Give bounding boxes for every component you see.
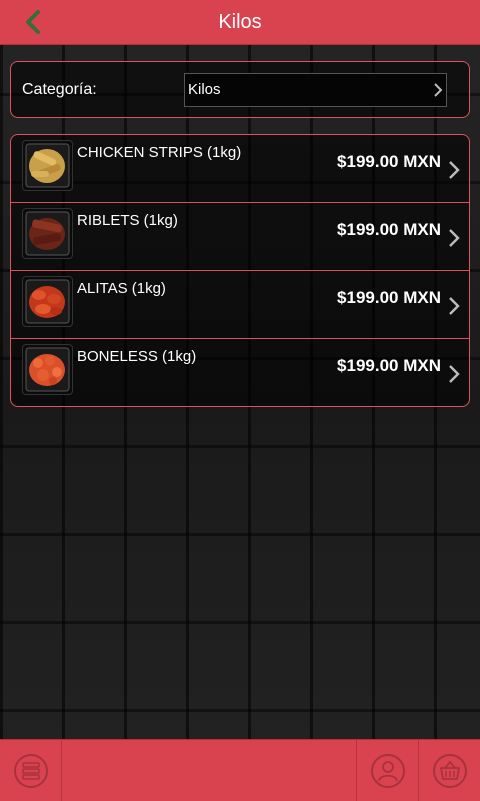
category-label: Categoría: [22, 81, 97, 98]
chevron-left-icon [26, 10, 40, 34]
category-value: Kilos [188, 81, 221, 98]
stack-icon [13, 753, 48, 788]
product-name: RIBLETS (1kg) [77, 212, 178, 229]
product-item-riblets[interactable]: RIBLETS (1kg) $199.00 MXN [11, 203, 469, 270]
product-item-boneless[interactable]: BONELESS (1kg) $199.00 MXN [11, 339, 469, 406]
product-name: CHICKEN STRIPS (1kg) [77, 144, 242, 161]
back-button[interactable] [18, 7, 48, 37]
page-title: Kilos [218, 11, 262, 33]
product-price: $199.00 MXN [337, 288, 441, 307]
cart-button[interactable] [419, 740, 480, 801]
top-bar: Kilos [0, 0, 480, 45]
category-select[interactable]: Kilos [184, 73, 447, 107]
bottom-bar [0, 739, 480, 801]
product-thumbnail [22, 276, 73, 327]
chevron-right-icon [449, 161, 460, 179]
profile-button[interactable] [357, 740, 418, 801]
chevron-right-icon [449, 229, 460, 247]
user-icon [370, 753, 405, 788]
bottom-bar-divider [61, 740, 62, 801]
product-thumbnail [22, 344, 73, 395]
menu-button[interactable] [0, 740, 61, 801]
product-price: $199.00 MXN [337, 220, 441, 239]
product-thumbnail [22, 208, 73, 259]
product-thumbnail [22, 140, 73, 191]
basket-icon [432, 753, 467, 788]
product-list: CHICKEN STRIPS (1kg) $199.00 MXN RIBLETS… [10, 134, 470, 407]
chevron-right-icon [434, 83, 443, 97]
product-name: BONELESS (1kg) [77, 348, 197, 365]
product-item-chicken-strips[interactable]: CHICKEN STRIPS (1kg) $199.00 MXN [11, 135, 469, 202]
category-panel: Categoría: Kilos [10, 61, 470, 118]
chevron-right-icon [449, 297, 460, 315]
chevron-right-icon [449, 365, 460, 383]
product-price: $199.00 MXN [337, 356, 441, 375]
product-price: $199.00 MXN [337, 152, 441, 171]
product-item-alitas[interactable]: ALITAS (1kg) $199.00 MXN [11, 271, 469, 338]
product-name: ALITAS (1kg) [77, 280, 166, 297]
